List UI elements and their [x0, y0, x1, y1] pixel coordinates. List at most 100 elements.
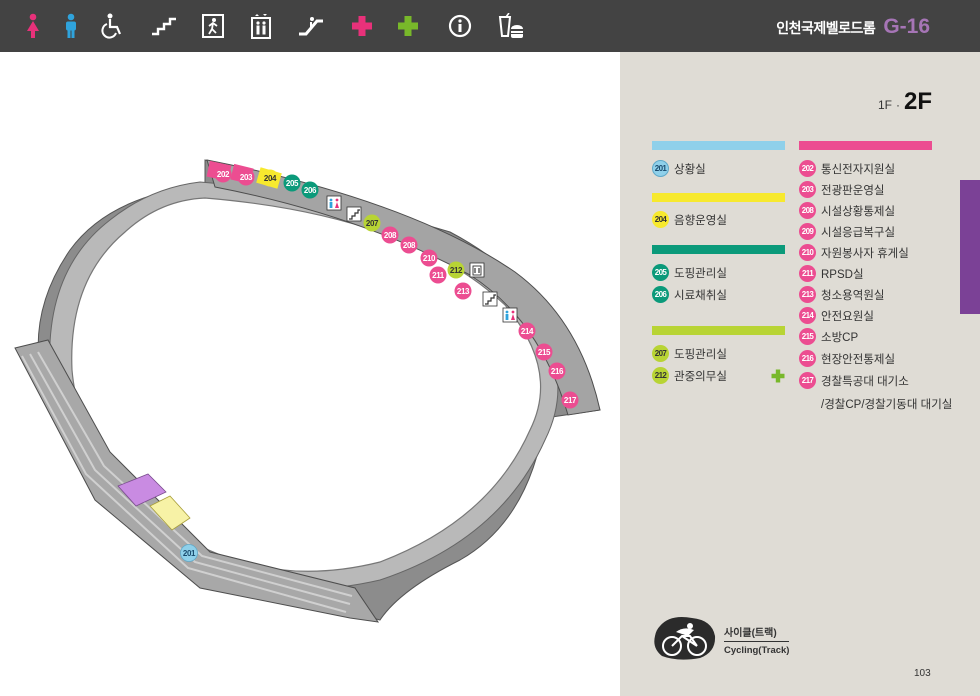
room-badge: 217 [799, 372, 816, 389]
legend-label: 통신전자지원실 [821, 163, 896, 176]
map-label: 211 [429, 266, 447, 284]
svg-text:216: 216 [551, 367, 564, 376]
room-badge: 207 [652, 345, 669, 362]
food-drink-icon[interactable] [495, 10, 527, 42]
map-label: 208 [381, 226, 399, 244]
map-label: 217 [561, 391, 579, 409]
map-label: 202 [214, 165, 232, 183]
map-label: 207 [363, 214, 381, 232]
svg-text:201: 201 [183, 549, 196, 558]
legend-item-216: 216 현장안전통제실 [799, 350, 895, 367]
svg-text:210: 210 [423, 254, 436, 263]
svg-text:205: 205 [286, 179, 299, 188]
room-badge: 213 [799, 286, 816, 303]
legend-item-206: 206 시료채취실 [652, 286, 727, 303]
svg-text:203: 203 [240, 173, 253, 182]
restroom-icon [502, 307, 518, 323]
legend-label: 청소용역원실 [821, 289, 885, 302]
legend-label: 안전요원실 [821, 310, 874, 323]
legend-item-207: 207 도핑관리실 [652, 345, 727, 362]
sport-name-ko: 사이클(트랙) [724, 624, 790, 642]
legend-item-208: 208 시설상황통제실 [799, 202, 895, 219]
first-aid-green-icon[interactable] [392, 10, 424, 42]
map-label: 215 [535, 343, 553, 361]
restroom-icon [326, 195, 342, 211]
map-label: 214 [518, 322, 536, 340]
legend-label: 경찰특공대 대기소 [821, 375, 909, 388]
legend-label: 도핑관리실 [674, 267, 727, 280]
information-icon[interactable] [444, 10, 476, 42]
map-label: 201 [180, 544, 198, 562]
section-tab[interactable] [960, 180, 980, 314]
legend-label: 소방CP [821, 331, 859, 344]
room-badge: 206 [652, 286, 669, 303]
venue-title: 인천국제벨로드롬 G-16 [776, 15, 930, 39]
escalator-icon[interactable] [295, 10, 327, 42]
legend-bar-green [652, 245, 785, 254]
legend-bar-yellow [652, 193, 785, 202]
room-badge: 204 [652, 211, 669, 228]
svg-text:213: 213 [457, 287, 470, 296]
legend-item-214: 214 안전요원실 [799, 307, 874, 324]
cyclist-icon [652, 612, 718, 667]
svg-text:211: 211 [432, 271, 445, 280]
elevator-icon[interactable] [245, 10, 277, 42]
svg-text:207: 207 [366, 219, 379, 228]
female-restroom-icon[interactable] [17, 10, 49, 42]
legend-label: 시료채취실 [674, 289, 727, 302]
svg-text:206: 206 [304, 186, 317, 195]
map-label: 208 [400, 236, 418, 254]
stairs-icon [482, 291, 498, 307]
legend-bar-pink [799, 141, 932, 150]
svg-text:215: 215 [538, 348, 551, 357]
room-badge: 201 [652, 160, 669, 177]
floor-current[interactable]: 2F [904, 88, 932, 116]
room-badge: 215 [799, 328, 816, 345]
floor-indicator: 1F · 2F [878, 88, 932, 116]
venue-map: 202 203 204 205 206 207 208 208 210 211 … [0, 52, 620, 696]
legend-item-212: 212 관중의무실 [652, 367, 727, 384]
legend-bar-blue [652, 141, 785, 150]
map-label: 212 [447, 261, 465, 279]
legend-item-201: 201 상황실 [652, 160, 706, 177]
first-aid-green-icon [771, 369, 785, 388]
legend-label: 전광판운영실 [821, 184, 885, 197]
first-aid-pink-icon[interactable] [346, 10, 378, 42]
room-badge: 212 [652, 367, 669, 384]
legend-label: 자원봉사자 휴게실 [821, 247, 909, 260]
room-badge: 209 [799, 223, 816, 240]
legend-label: 관중의무실 [674, 370, 727, 383]
room-badge: 208 [799, 202, 816, 219]
legend-item-217: 217 경찰특공대 대기소 [799, 372, 909, 389]
svg-text:204: 204 [264, 174, 277, 183]
legend-bar-lime [652, 326, 785, 335]
stairs-icon[interactable] [148, 10, 180, 42]
legend-item-215: 215 소방CP [799, 328, 858, 345]
page-number: 103 [914, 668, 931, 679]
legend-label: 도핑관리실 [674, 348, 727, 361]
sport-name-en: Cycling(Track) [724, 644, 790, 656]
svg-text:214: 214 [521, 327, 534, 336]
floor-1f[interactable]: 1F [878, 98, 892, 112]
top-bar: 인천국제벨로드롬 G-16 [0, 0, 980, 52]
legend-label: RPSD실 [821, 268, 864, 281]
map-label: 205 [283, 174, 301, 192]
venue-code: G-16 [883, 15, 930, 38]
legend-label: 상황실 [674, 163, 706, 176]
legend-item-213: 213 청소용역원실 [799, 286, 884, 303]
legend-label: 현장안전통제실 [821, 353, 896, 366]
svg-text:217: 217 [564, 396, 577, 405]
svg-text:208: 208 [384, 231, 397, 240]
map-label: 216 [548, 362, 566, 380]
wheelchair-icon[interactable] [97, 10, 129, 42]
legend-label: 시설응급복구실 [821, 226, 896, 239]
legend-item-217-continuation: /경찰CP/경찰기동대 대기실 [821, 399, 953, 411]
venue-name: 인천국제벨로드롬 [776, 20, 876, 36]
room-badge: 205 [652, 264, 669, 281]
male-restroom-icon[interactable] [55, 10, 87, 42]
legend-label: 음향운영실 [674, 214, 727, 227]
elevator-icon [469, 262, 485, 278]
room-badge: 214 [799, 307, 816, 324]
emergency-exit-icon[interactable] [197, 10, 229, 42]
room-badge: 211 [799, 265, 816, 282]
